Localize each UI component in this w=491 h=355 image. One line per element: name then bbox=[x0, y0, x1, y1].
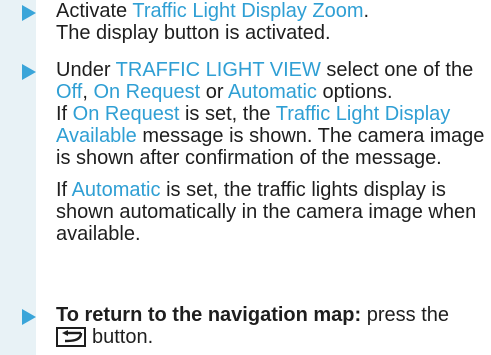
step-1: Activate Traffic Light Display Zoom. The… bbox=[56, 0, 486, 44]
step-3-instruction: To return to the navigation map: press t… bbox=[56, 304, 450, 348]
traffic-light-view-label: TRAFFIC LIGHT VIEW bbox=[115, 59, 321, 81]
option-off: Off bbox=[56, 81, 83, 103]
step-arrow-icon bbox=[22, 64, 36, 80]
step-arrow-icon bbox=[22, 5, 36, 21]
traffic-light-display-zoom-link: Traffic Light Display Zoom bbox=[132, 0, 364, 22]
step-2-automatic-note: If Automatic is set, the traffic lights … bbox=[56, 179, 477, 245]
step-2: Under TRAFFIC LIGHT VIEW select one of t… bbox=[56, 59, 486, 245]
step-3: To return to the navigation map: press t… bbox=[56, 304, 486, 348]
step-arrow-icon bbox=[22, 309, 36, 325]
left-margin-panel bbox=[0, 0, 36, 355]
step-1-instruction: Activate Traffic Light Display Zoom. bbox=[56, 0, 370, 22]
step-2-instruction: Under TRAFFIC LIGHT VIEW select one of t… bbox=[56, 59, 474, 103]
step-1-result: The display button is activated. bbox=[56, 22, 331, 44]
back-button-icon bbox=[56, 327, 86, 347]
option-on-request: On Request bbox=[93, 81, 201, 103]
option-automatic: Automatic bbox=[227, 81, 317, 103]
step-2-on-request-note: If On Request is set, the Traffic Light … bbox=[56, 103, 485, 169]
